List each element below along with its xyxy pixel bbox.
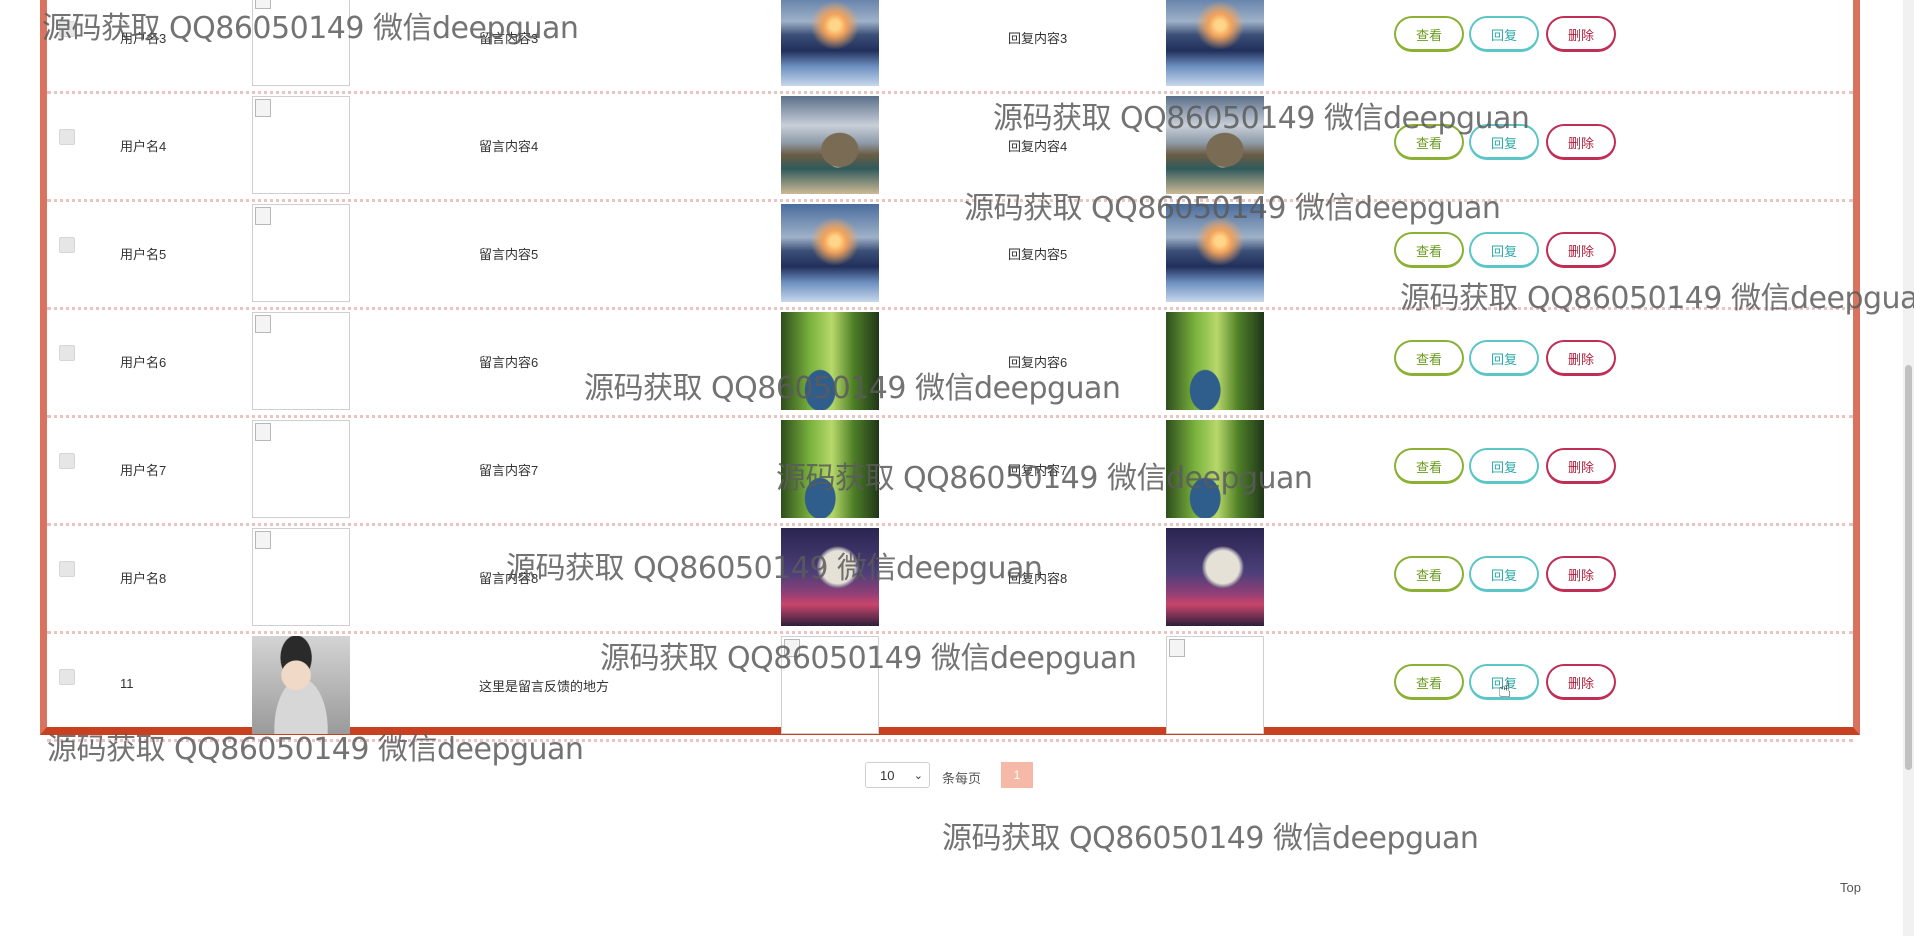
message-image [781,96,879,194]
reply-button[interactable]: 回复 [1469,556,1539,592]
view-button[interactable]: 查看 [1394,448,1464,484]
watermark: 源码获取 QQ86050149 微信deepguan [776,461,1313,496]
delete-button[interactable]: 删除 [1546,124,1616,160]
broken-image-icon [255,99,271,117]
watermark: 源码获取 QQ86050149 微信deepguan [942,821,1479,856]
page-button-current[interactable]: 1 [1001,762,1033,788]
delete-button[interactable]: 删除 [1546,664,1616,700]
broken-image-icon [1169,639,1185,657]
page-size-value: 10 [880,768,895,783]
table-row: 用户名4 留言内容4 回复内容4 查看 回复 删除 [47,92,1853,202]
reply-cell: 回复内容3 [1008,31,1068,46]
delete-button[interactable]: 删除 [1546,16,1616,52]
row-checkbox[interactable] [59,129,75,145]
username-cell: 用户名7 [120,463,167,478]
message-cell: 留言内容6 [479,355,539,370]
avatar-image [252,636,350,734]
avatar-image [252,528,350,626]
message-cell: 留言内容5 [479,247,539,262]
scrollbar-thumb[interactable] [1905,365,1912,770]
watermark: 源码获取 QQ86050149 微信deepguan [993,101,1530,136]
avatar-image [252,96,350,194]
username-cell: 用户名6 [120,355,167,370]
hand-cursor-icon: ☝ [1498,677,1512,702]
view-button[interactable]: 查看 [1394,16,1464,52]
view-button[interactable]: 查看 [1394,556,1464,592]
per-page-label: 条每页 [942,771,982,786]
username-cell: 用户名4 [120,139,167,154]
reply-button[interactable]: 回复 [1469,340,1539,376]
view-button[interactable]: 查看 [1394,664,1464,700]
watermark: 源码获取 QQ86050149 微信deepguan [964,191,1501,226]
back-to-top-link[interactable]: Top [1840,880,1861,895]
delete-button[interactable]: 删除 [1546,340,1616,376]
broken-image-icon [255,423,271,441]
reply-image [1166,528,1264,626]
reply-button[interactable]: 回复 [1469,16,1539,52]
avatar-image [252,420,350,518]
message-cell: 留言内容4 [479,139,539,154]
username-cell: 用户名8 [120,571,167,586]
reply-image [1166,312,1264,410]
reply-image [1166,0,1264,86]
reply-cell: 回复内容4 [1008,139,1068,154]
message-cell: 这里是留言反馈的地方 [479,679,610,694]
row-checkbox[interactable] [59,453,75,469]
watermark: 源码获取 QQ86050149 微信deepguan [47,732,584,767]
row-checkbox[interactable] [59,345,75,361]
watermark: 源码获取 QQ86050149 微信deepguan [506,551,1043,586]
username-cell: 用户名5 [120,247,167,262]
page-size-select[interactable]: 10 ⌄ [865,762,930,788]
delete-button[interactable]: 删除 [1546,232,1616,268]
row-checkbox[interactable] [59,561,75,577]
row-checkbox[interactable] [59,669,75,685]
watermark: 源码获取 QQ86050149 微信deepguan [600,641,1137,676]
message-image [781,204,879,302]
chevron-down-icon: ⌄ [913,770,923,782]
username-cell: 11 [120,676,134,691]
delete-button[interactable]: 删除 [1546,556,1616,592]
message-cell: 留言内容7 [479,463,539,478]
reply-button[interactable]: 回复 [1469,448,1539,484]
broken-image-icon [255,531,271,549]
message-image [781,0,879,86]
watermark: 源码获取 QQ86050149 微信deepguan [1400,281,1914,316]
broken-image-icon [255,207,271,225]
watermark: 源码获取 QQ86050149 微信deepguan [42,11,579,46]
avatar-image [252,204,350,302]
view-button[interactable]: 查看 [1394,232,1464,268]
delete-button[interactable]: 删除 [1546,448,1616,484]
broken-image-icon [255,315,271,333]
reply-image [1166,636,1264,734]
row-checkbox[interactable] [59,237,75,253]
reply-cell: 回复内容5 [1008,247,1068,262]
avatar-image [252,312,350,410]
watermark: 源码获取 QQ86050149 微信deepguan [584,371,1121,406]
reply-button[interactable]: 回复 [1469,232,1539,268]
view-button[interactable]: 查看 [1394,340,1464,376]
